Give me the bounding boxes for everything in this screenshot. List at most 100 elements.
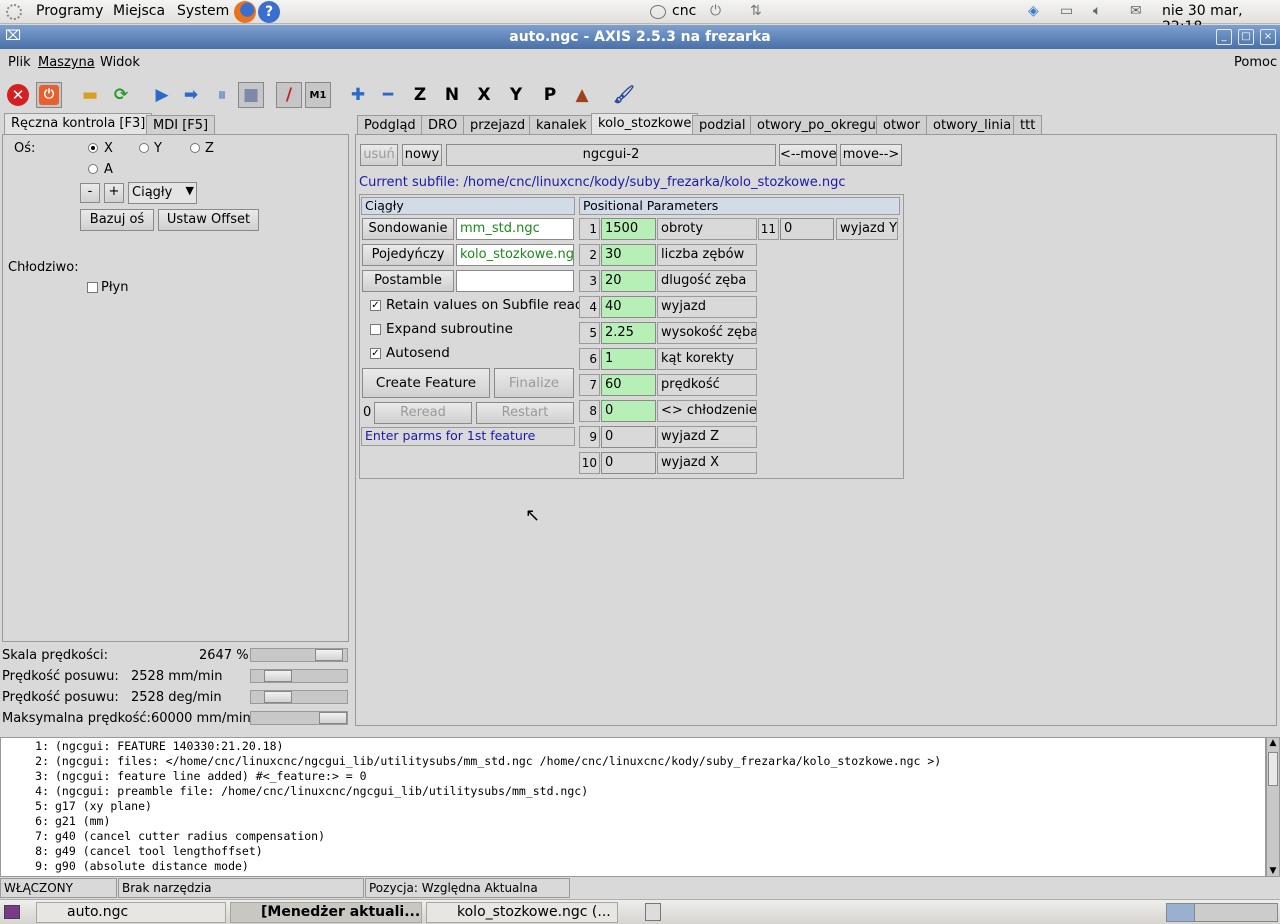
finalize-button[interactable]: Finalize <box>494 368 574 398</box>
autosend-checkbox[interactable]: ✓ <box>370 348 381 359</box>
zoom-in-icon[interactable]: ✚ <box>345 82 371 108</box>
scroll-thumb[interactable] <box>1268 752 1278 786</box>
scroll-down-icon[interactable]: ▼ <box>1267 866 1279 876</box>
firefox-icon[interactable] <box>234 1 256 23</box>
menu-programy[interactable]: Programy <box>36 3 103 19</box>
tab-mdi[interactable]: MDI [F5] <box>146 115 216 136</box>
speed-scale-slider[interactable] <box>250 648 348 662</box>
preamble-button[interactable]: Sondowanie <box>362 218 454 240</box>
zoom-out-icon[interactable]: ━ <box>375 82 401 108</box>
tab-kanalek[interactable]: kanalek <box>529 115 594 136</box>
maximize-icon[interactable]: □ <box>1238 29 1254 45</box>
param-value-field[interactable]: 0 <box>601 400 656 422</box>
window-title-bar[interactable]: ⌧ auto.ngc - AXIS 2.5.3 na frezarka _ □ … <box>0 25 1280 49</box>
gnome-foot-icon[interactable] <box>6 4 22 20</box>
expand-checkbox[interactable] <box>370 324 381 335</box>
view-z-icon[interactable]: Z <box>407 82 433 108</box>
volume-icon[interactable]: 🔈︎ <box>1093 3 1101 19</box>
param-value-field[interactable]: 0 <box>601 452 656 474</box>
slider-thumb[interactable] <box>319 712 347 724</box>
trash-icon[interactable] <box>645 903 661 921</box>
task-update-manager[interactable]: [Menedżer aktuali... <box>230 902 422 923</box>
view-y-icon[interactable]: Y <box>503 82 529 108</box>
postamble-field[interactable] <box>456 270 574 292</box>
param-value-field[interactable]: 1 <box>601 348 656 370</box>
param-value-field[interactable]: 60 <box>601 374 656 396</box>
network-icon[interactable]: ⇅ <box>750 3 762 19</box>
touch-off-button[interactable]: Ustaw Offset <box>158 209 259 231</box>
power-icon[interactable]: ⏻ <box>710 3 721 19</box>
param-value-field[interactable]: 0 <box>780 218 834 240</box>
pause-icon[interactable]: ⏸ <box>209 82 235 108</box>
menu-miejsca[interactable]: Miejsca <box>113 3 165 19</box>
radio-axis-x[interactable] <box>88 143 98 153</box>
retain-checkbox[interactable]: ✓ <box>370 300 381 311</box>
jog-mode-select[interactable]: Ciągły ▼ <box>128 182 197 204</box>
run-icon[interactable]: ▶ <box>149 82 175 108</box>
workspace-1[interactable] <box>1167 904 1195 921</box>
move-right-button[interactable]: move--> <box>840 144 902 166</box>
log-scrollbar[interactable]: ▲ ▼ <box>1266 737 1280 877</box>
radio-axis-z[interactable] <box>190 143 200 153</box>
create-feature-button[interactable]: Create Feature <box>362 368 490 398</box>
tab-dro[interactable]: DRO <box>421 115 465 136</box>
scroll-up-icon[interactable]: ▲ <box>1267 738 1279 748</box>
max-velocity-slider[interactable] <box>250 711 348 725</box>
param-value-field[interactable]: 1500 <box>601 218 656 240</box>
tab-ttt[interactable]: ttt <box>1013 115 1043 136</box>
menu-pomoc[interactable]: Pomoc <box>1234 55 1277 70</box>
move-left-button[interactable]: <--move <box>779 144 837 166</box>
reread-button[interactable]: Reread <box>374 402 472 424</box>
slider-thumb[interactable] <box>315 649 343 661</box>
close-icon[interactable]: × <box>1260 29 1276 45</box>
jog-plus-button[interactable]: + <box>104 183 124 203</box>
reload-icon[interactable]: ⟳ <box>108 82 134 108</box>
tab-podzial[interactable]: podzial <box>692 115 753 136</box>
block-delete-icon[interactable]: / <box>276 82 302 108</box>
optional-stop-icon[interactable]: M1 <box>305 82 331 108</box>
postamble-button[interactable]: Postamble <box>362 270 454 292</box>
feed-deg-slider[interactable] <box>250 690 348 704</box>
param-value-field[interactable]: 2.25 <box>601 322 656 344</box>
tab-otwor[interactable]: otwor <box>876 115 927 136</box>
tab-kolo-stozkowe[interactable]: kolo_stozkowe <box>591 113 699 136</box>
open-file-icon[interactable]: ▬ <box>77 82 103 108</box>
slider-thumb[interactable] <box>264 670 292 682</box>
estop-icon[interactable]: ✕ <box>5 82 31 108</box>
update-icon[interactable]: ◈ <box>1028 3 1039 19</box>
preamble-field[interactable]: mm_std.ngc <box>456 218 574 240</box>
minimize-icon[interactable]: _ <box>1216 29 1232 45</box>
workspace-switcher[interactable] <box>1166 903 1278 922</box>
tool-cone-icon[interactable]: ▲ <box>569 82 595 108</box>
task-auto-ngc[interactable]: auto.ngc <box>36 902 226 923</box>
slider-thumb[interactable] <box>264 691 292 703</box>
step-icon[interactable]: ➡ <box>178 82 204 108</box>
radio-axis-a[interactable] <box>88 164 98 174</box>
view-x-icon[interactable]: X <box>471 82 497 108</box>
menu-maszyna[interactable]: Maszyna <box>38 55 95 70</box>
clear-plot-icon[interactable]: 🖌︎ <box>611 82 637 108</box>
feed-mm-slider[interactable] <box>250 669 348 683</box>
tab-manual-control[interactable]: Ręczna kontrola [F3] <box>4 113 153 136</box>
task-kolo-stozkowe[interactable]: kolo_stozkowe.ngc (... <box>426 902 618 923</box>
tab-otwory-linia[interactable]: otwory_linia <box>926 115 1019 136</box>
menu-widok[interactable]: Widok <box>100 55 140 70</box>
stop-icon[interactable]: ■ <box>238 82 264 108</box>
view-z2-icon[interactable]: N <box>439 82 465 108</box>
tab-przejazd[interactable]: przejazd <box>463 115 533 136</box>
mail-icon[interactable]: ✉ <box>1130 3 1142 19</box>
restart-button[interactable]: Restart <box>476 402 574 424</box>
param-value-field[interactable]: 40 <box>601 296 656 318</box>
param-value-field[interactable]: 20 <box>601 270 656 292</box>
gcode-listing[interactable]: 1: (ngcgui: FEATURE 140330:21.20.18) 2: (ng… <box>0 737 1266 877</box>
remove-button[interactable]: usuń <box>360 144 398 166</box>
help-icon[interactable]: ? <box>258 1 280 23</box>
user-icon[interactable] <box>650 5 666 19</box>
show-desktop-icon[interactable] <box>4 905 20 919</box>
tab-name-field[interactable]: ngcgui-2 <box>446 144 776 166</box>
radio-axis-y[interactable] <box>139 143 149 153</box>
new-button[interactable]: nowy <box>402 144 442 166</box>
tab-otwory-po-okregu[interactable]: otwory_po_okregu <box>750 115 883 136</box>
tab-preview[interactable]: Podgląd <box>357 115 423 136</box>
home-axis-button[interactable]: Bazuj oś <box>80 209 154 231</box>
